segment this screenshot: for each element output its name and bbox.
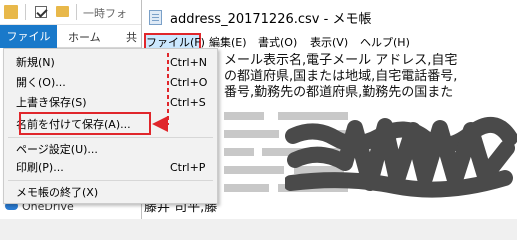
menu-item-print[interactable]: 印刷(P)... bbox=[16, 159, 64, 177]
shortcut-ctrl-p: Ctrl+P bbox=[170, 161, 206, 174]
notepad-icon bbox=[149, 10, 162, 25]
menu-view[interactable]: 表示(V) bbox=[310, 35, 348, 51]
ribbon-file-tab[interactable]: ファイル bbox=[0, 25, 57, 48]
menu-format[interactable]: 書式(O) bbox=[258, 35, 297, 51]
menu-item-save[interactable]: 上書き保存(S) bbox=[16, 94, 87, 112]
notepad-titlebar: address_20171226.csv - メモ帳 bbox=[142, 0, 517, 33]
menu-item-exit[interactable]: メモ帳の終了(X) bbox=[16, 184, 98, 202]
text-line: 番号,勤務先の都道府県,勤務先の国また bbox=[224, 85, 454, 100]
explorer-titlebar: 一時フォ bbox=[0, 0, 150, 25]
window-title: address_20171226.csv - メモ帳 bbox=[170, 12, 372, 27]
menu-item-open[interactable]: 開く(O)... bbox=[16, 74, 66, 92]
divider bbox=[76, 4, 77, 20]
menu-help[interactable]: ヘルプ(H) bbox=[360, 35, 410, 51]
menu-item-new[interactable]: 新規(N) bbox=[16, 54, 55, 72]
menu-item-page-setup[interactable]: ページ設定(U)... bbox=[16, 141, 98, 159]
properties-icon[interactable] bbox=[35, 6, 47, 18]
menu-separator bbox=[8, 137, 213, 138]
redaction-scribble bbox=[285, 117, 517, 198]
ribbon-home-tab[interactable]: ホーム bbox=[68, 29, 101, 45]
new-folder-icon[interactable] bbox=[56, 6, 69, 17]
text-line: の都道府県,国または地域,自宅電話番号, bbox=[224, 69, 458, 84]
shortcut-ctrl-n: Ctrl+N bbox=[170, 56, 208, 69]
shortcut-ctrl-s: Ctrl+S bbox=[170, 96, 206, 109]
folder-icon bbox=[4, 5, 18, 19]
divider bbox=[25, 4, 26, 20]
explorer-ribbon: ファイル ホーム 共 bbox=[0, 25, 150, 48]
ribbon-share-tab[interactable]: 共 bbox=[126, 29, 137, 45]
text-line: メール表示名,電子メール アドレス,自宅 bbox=[224, 53, 458, 68]
explorer-title: 一時フォ bbox=[83, 7, 127, 20]
save-as-highlight bbox=[19, 112, 151, 135]
shortcut-ctrl-o: Ctrl+O bbox=[170, 76, 208, 89]
menu-separator bbox=[8, 180, 213, 181]
